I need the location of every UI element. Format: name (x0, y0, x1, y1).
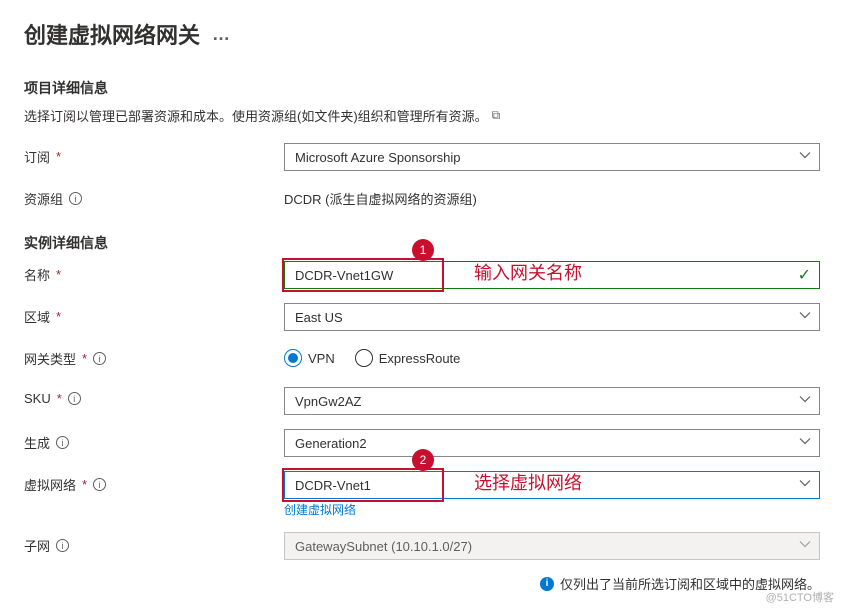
info-icon[interactable]: i (93, 478, 106, 491)
subnet-select: GatewaySubnet (10.10.1.0/27) (284, 532, 820, 560)
generation-select[interactable]: Generation2 (284, 429, 820, 457)
radio-vpn[interactable]: VPN (284, 349, 335, 367)
required-indicator: * (56, 309, 61, 324)
radio-circle-icon (355, 349, 373, 367)
required-indicator: * (56, 267, 61, 282)
chevron-down-icon (799, 436, 811, 451)
chevron-down-icon (799, 478, 811, 493)
label-name: 名称* (24, 261, 284, 284)
required-indicator: * (82, 351, 87, 366)
required-indicator: * (57, 391, 62, 406)
page-title: 创建虚拟网络网关 … (24, 18, 820, 50)
gateway-type-radio-group: VPN ExpressRoute (284, 345, 820, 367)
info-solid-icon: i (540, 577, 554, 591)
label-generation: 生成 i (24, 429, 284, 452)
chevron-down-icon (799, 539, 811, 554)
checkmark-icon: ✓ (798, 265, 811, 285)
info-icon[interactable]: i (56, 539, 69, 552)
info-icon[interactable]: i (68, 392, 81, 405)
annotation-badge-1: 1 (412, 239, 434, 261)
label-sku: SKU* i (24, 387, 284, 406)
page-title-text: 创建虚拟网络网关 (24, 18, 200, 50)
label-resource-group: 资源组 i (24, 185, 284, 208)
radio-expressroute[interactable]: ExpressRoute (355, 349, 461, 367)
required-indicator: * (82, 477, 87, 492)
external-link-icon[interactable]: ⧉ (492, 108, 501, 123)
chevron-down-icon (799, 310, 811, 325)
info-icon[interactable]: i (93, 352, 106, 365)
watermark: @51CTO博客 (766, 589, 834, 605)
chevron-down-icon (799, 394, 811, 409)
required-indicator: * (56, 149, 61, 164)
label-gateway-type: 网关类型* i (24, 345, 284, 368)
info-icon[interactable]: i (56, 436, 69, 449)
radio-circle-icon (284, 349, 302, 367)
more-actions-icon[interactable]: … (212, 24, 230, 45)
chevron-down-icon (799, 150, 811, 165)
sku-select[interactable]: VpnGw2AZ (284, 387, 820, 415)
section-project-title: 项目详细信息 (24, 78, 820, 98)
label-vnet: 虚拟网络* i (24, 471, 284, 494)
subscription-select[interactable]: Microsoft Azure Sponsorship (284, 143, 820, 171)
annotation-text-2: 选择虚拟网络 (474, 469, 582, 495)
annotation-text-1: 输入网关名称 (474, 259, 582, 285)
create-vnet-link[interactable]: 创建虚拟网络 (284, 501, 356, 518)
resource-group-value: DCDR (派生自虚拟网络的资源组) (284, 185, 820, 208)
annotation-badge-2: 2 (412, 449, 434, 471)
vnet-filter-hint: i 仅列出了当前所选订阅和区域中的虚拟网络。 (24, 574, 820, 593)
region-select[interactable]: East US (284, 303, 820, 331)
label-region: 区域* (24, 303, 284, 326)
section-project-desc: 选择订阅以管理已部署资源和成本。使用资源组(如文件夹)组织和管理所有资源。 ⧉ (24, 106, 820, 125)
label-subnet: 子网 i (24, 532, 284, 555)
label-subscription: 订阅* (24, 143, 284, 166)
info-icon[interactable]: i (69, 192, 82, 205)
